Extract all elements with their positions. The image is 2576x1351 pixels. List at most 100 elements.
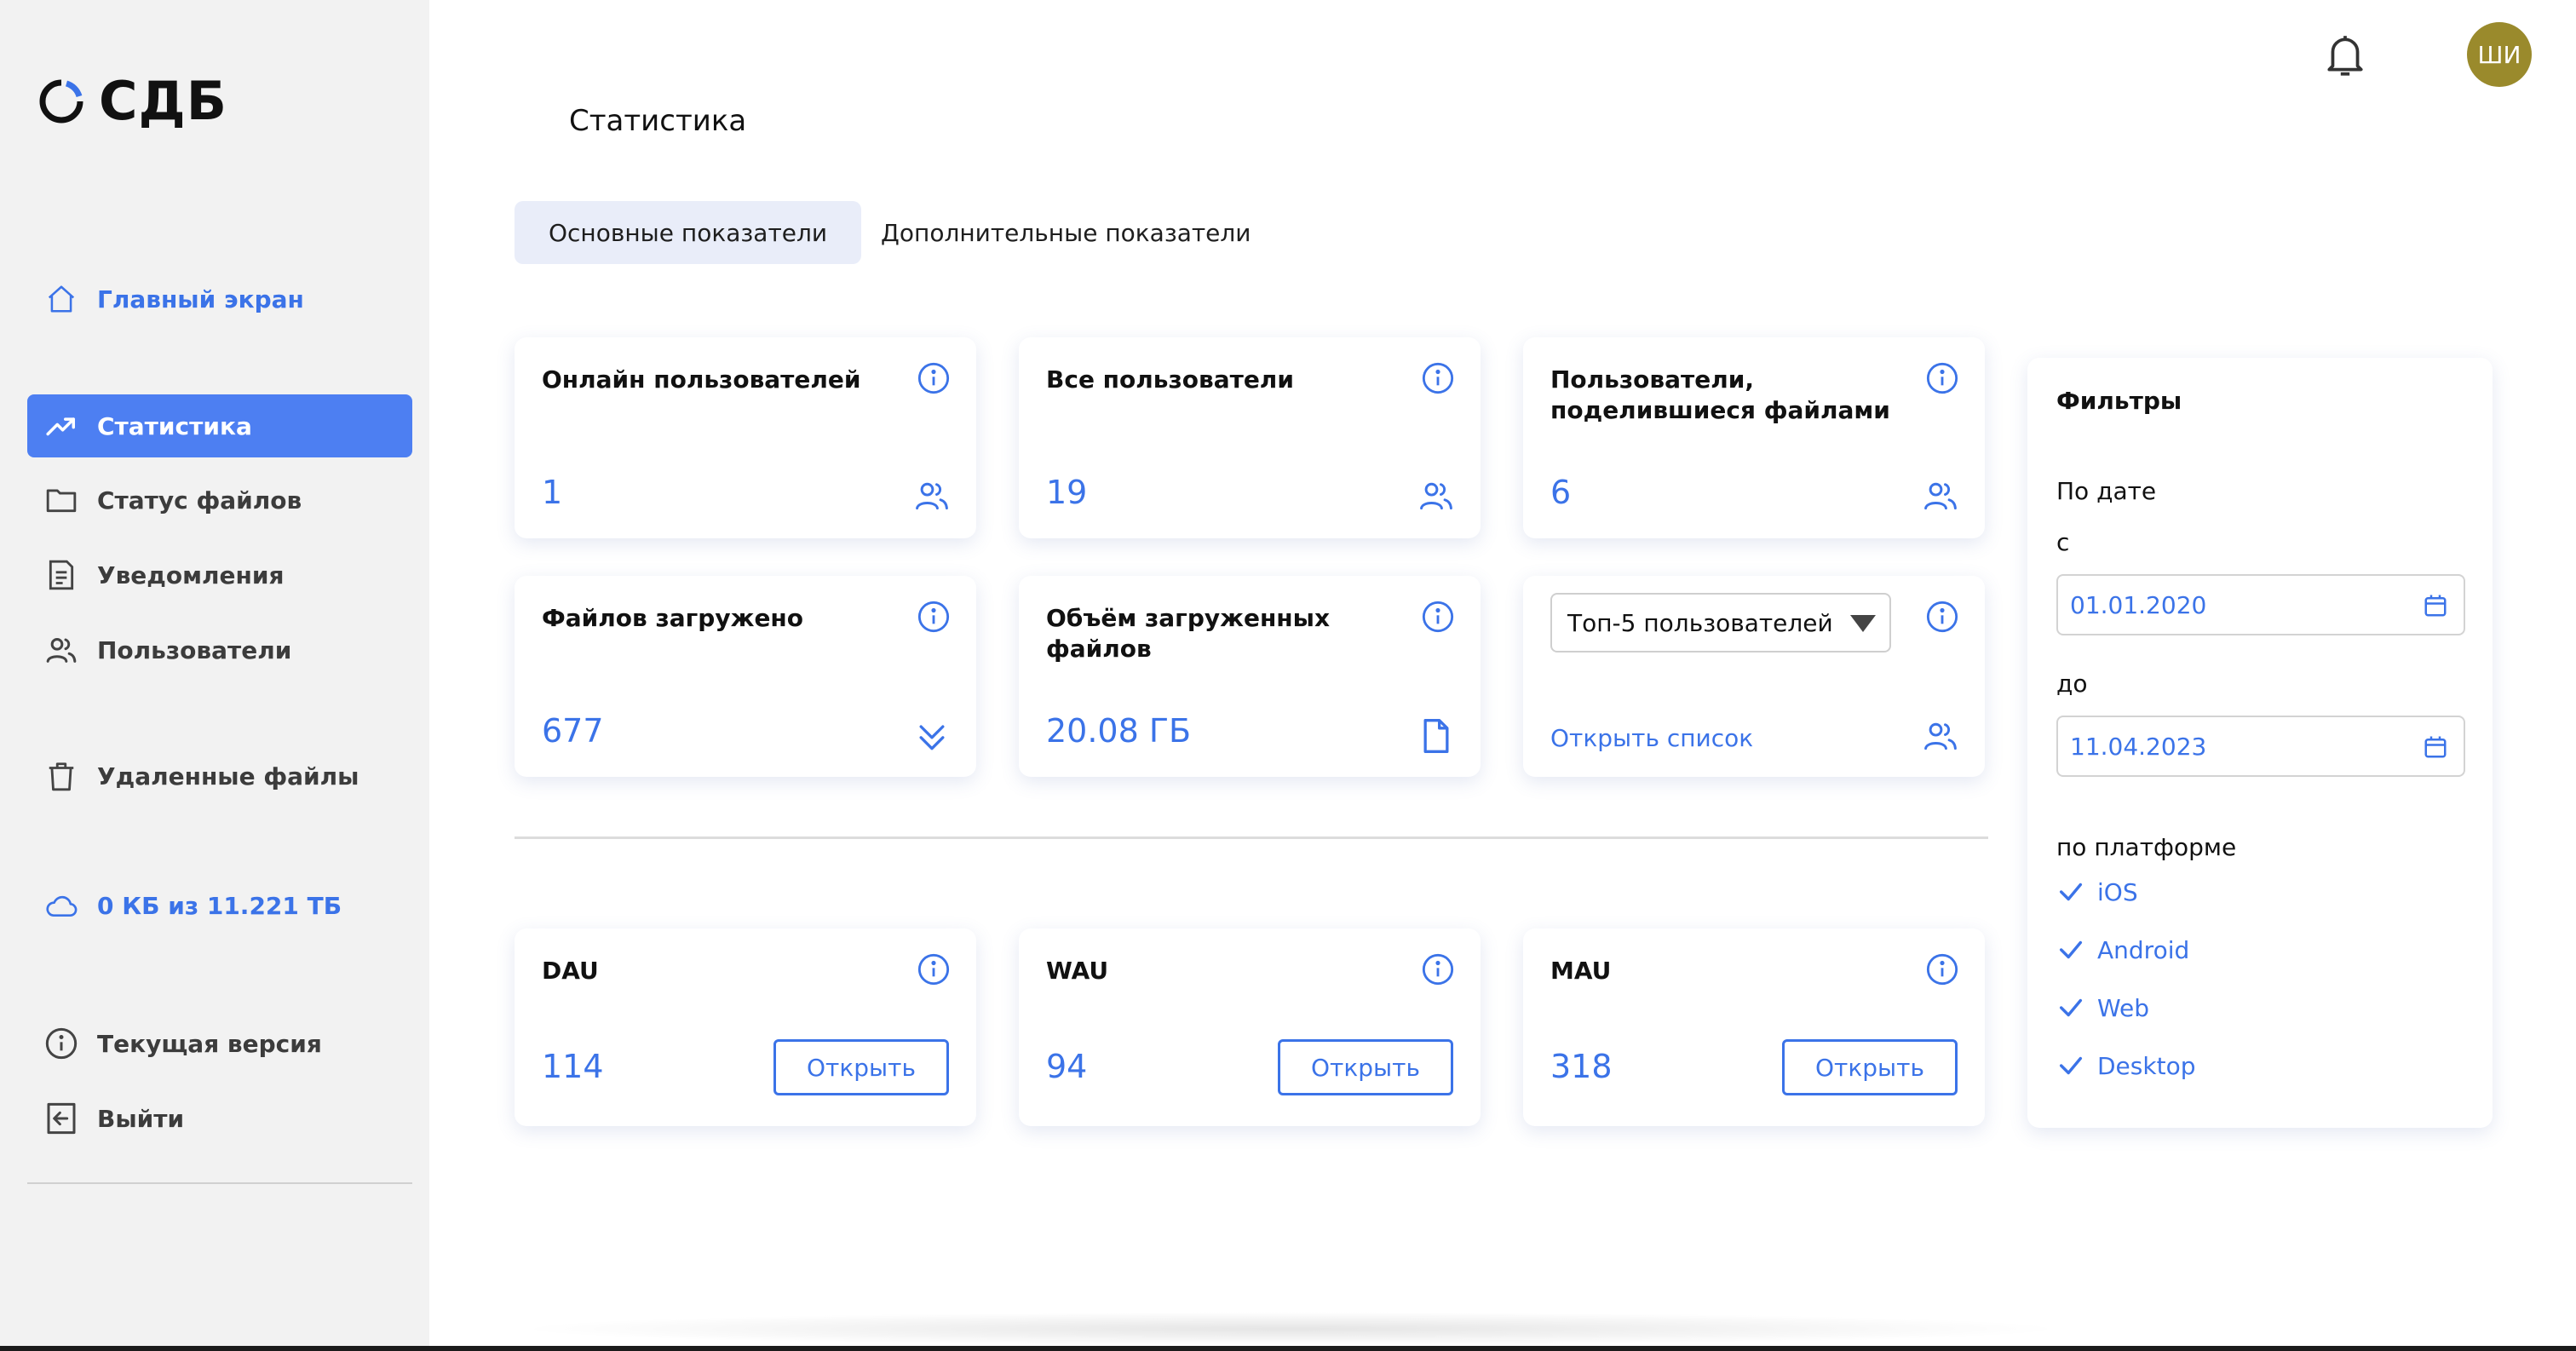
sidebar-item-label: Выйти — [97, 1104, 185, 1133]
sidebar-item-users[interactable]: Пользователи — [27, 618, 412, 681]
card-top5-users: Топ-5 пользователей Открыть список — [1523, 576, 1985, 777]
info-icon[interactable] — [1925, 952, 1959, 986]
tab-additional-metrics[interactable]: Дополнительные показатели — [847, 201, 1285, 264]
card-online-users: Онлайн пользователей 1 — [515, 337, 976, 538]
card-title: Объём загруженных файлов — [1046, 604, 1331, 663]
date-to-input[interactable]: 11.04.2023 — [2056, 716, 2465, 777]
platform-label: Web — [2097, 993, 2150, 1022]
sidebar: СДБ Главный экран Статистика Статус файл… — [0, 0, 429, 1346]
sidebar-item-home[interactable]: Главный экран — [27, 267, 412, 331]
platform-checkbox-ios[interactable]: iOS — [2056, 877, 2138, 906]
sidebar-item-label: Пользователи — [97, 635, 292, 664]
info-icon[interactable] — [917, 600, 951, 634]
open-mau-button[interactable]: Открыть — [1782, 1039, 1958, 1095]
card-sharing-users: Пользователи, поделившиеся файлами 6 — [1523, 337, 1985, 538]
check-icon — [2059, 1056, 2083, 1075]
sidebar-item-deleted-files[interactable]: Удаленные файлы — [27, 744, 412, 808]
card-value: 318 — [1550, 1048, 1613, 1085]
folder-icon — [44, 483, 78, 517]
info-icon[interactable] — [1421, 600, 1455, 634]
users-icon — [1924, 722, 1957, 750]
trending-up-icon — [44, 409, 78, 443]
card-files-uploaded: Файлов загружено 677 — [515, 576, 976, 777]
page-title: Статистика — [569, 104, 747, 138]
card-dau: DAU 114 Открыть — [515, 928, 976, 1126]
storage-usage: 0 КБ из 11.221 ТБ — [27, 874, 412, 937]
card-wau: WAU 94 Открыть — [1019, 928, 1481, 1126]
card-title: Онлайн пользователей — [542, 365, 861, 394]
date-from-value: 01.01.2020 — [2070, 590, 2207, 619]
card-title: Пользователи, поделившиеся файлами — [1550, 365, 1890, 424]
card-title: Все пользователи — [1046, 365, 1294, 394]
double-chevron-down-icon — [919, 725, 945, 750]
users-icon — [1420, 482, 1452, 510]
platform-label: Android — [2097, 935, 2190, 964]
card-title: WAU — [1046, 957, 1109, 985]
date-from-label: с — [2056, 528, 2070, 556]
card-uploaded-volume: Объём загруженных файлов 20.08 ГБ — [1019, 576, 1481, 777]
card-value: 1 — [542, 474, 563, 511]
info-icon[interactable] — [1925, 600, 1959, 634]
users-icon — [916, 482, 948, 510]
info-icon[interactable] — [1925, 361, 1959, 395]
card-value: 94 — [1046, 1048, 1088, 1085]
sidebar-item-label: Статус файлов — [97, 486, 302, 515]
card-title: Файлов загружено — [542, 604, 804, 632]
tab-main-metrics[interactable]: Основные показатели — [515, 201, 862, 264]
document-icon — [44, 558, 78, 592]
card-value: 677 — [542, 712, 604, 750]
date-from-input[interactable]: 01.01.2020 — [2056, 574, 2465, 635]
window-frame-bottom — [0, 1346, 2576, 1351]
open-list-link[interactable]: Открыть список — [1550, 724, 1753, 752]
card-mau: MAU 318 Открыть — [1523, 928, 1985, 1126]
caret-down-icon — [1850, 615, 1876, 632]
scroll-shadow — [511, 1312, 2070, 1346]
trash-icon — [44, 759, 78, 793]
info-icon[interactable] — [917, 952, 951, 986]
filters-title: Фильтры — [2056, 387, 2182, 415]
calendar-icon[interactable] — [2423, 593, 2448, 618]
card-value: 20.08 ГБ — [1046, 712, 1192, 750]
logout-icon — [44, 1101, 78, 1135]
filter-by-date-label: По дате — [2056, 477, 2157, 505]
card-value: 6 — [1550, 474, 1572, 511]
calendar-icon[interactable] — [2423, 734, 2448, 760]
sidebar-item-version[interactable]: Текущая версия — [27, 1012, 412, 1075]
sidebar-item-label: Текущая версия — [97, 1029, 322, 1058]
logo-text: СДБ — [99, 70, 227, 132]
date-to-label: до — [2056, 670, 2088, 698]
sidebar-item-label: Уведомления — [97, 561, 285, 589]
filter-by-platform-label: по платформе — [2056, 833, 2237, 861]
check-icon — [2059, 940, 2083, 959]
info-icon[interactable] — [1421, 952, 1455, 986]
platform-checkbox-web[interactable]: Web — [2056, 993, 2149, 1022]
info-icon[interactable] — [917, 361, 951, 395]
sidebar-item-logout[interactable]: Выйти — [27, 1087, 412, 1150]
sidebar-divider — [27, 1182, 412, 1184]
avatar[interactable]: ШИ — [2467, 22, 2532, 87]
check-icon — [2059, 998, 2083, 1017]
logo-ring-icon — [39, 79, 83, 123]
file-icon — [1423, 719, 1449, 753]
info-icon — [44, 1026, 78, 1061]
info-icon[interactable] — [1421, 361, 1455, 395]
platform-label: Desktop — [2097, 1051, 2196, 1080]
sidebar-item-file-status[interactable]: Статус файлов — [27, 469, 412, 532]
sidebar-item-statistics[interactable]: Статистика — [27, 394, 412, 457]
sidebar-item-notifications[interactable]: Уведомления — [27, 543, 412, 607]
platform-checkbox-desktop[interactable]: Desktop — [2056, 1051, 2195, 1080]
sidebar-item-label: Удаленные файлы — [97, 762, 359, 790]
open-dau-button[interactable]: Открыть — [773, 1039, 949, 1095]
select-value: Топ-5 пользователей — [1567, 608, 1833, 637]
sidebar-item-label: Статистика — [97, 411, 252, 440]
sidebar-item-label: Главный экран — [97, 285, 304, 313]
section-divider — [515, 836, 1988, 839]
bell-icon[interactable] — [2324, 32, 2366, 78]
open-wau-button[interactable]: Открыть — [1278, 1039, 1453, 1095]
filters-panel: Фильтры По дате с 01.01.2020 до 11.04.20… — [2027, 358, 2493, 1128]
top-users-select[interactable]: Топ-5 пользователей — [1550, 593, 1891, 653]
card-value: 114 — [542, 1048, 604, 1085]
storage-label: 0 КБ из 11.221 ТБ — [97, 891, 342, 920]
platform-checkbox-android[interactable]: Android — [2056, 935, 2189, 964]
logo[interactable]: СДБ — [37, 70, 227, 132]
